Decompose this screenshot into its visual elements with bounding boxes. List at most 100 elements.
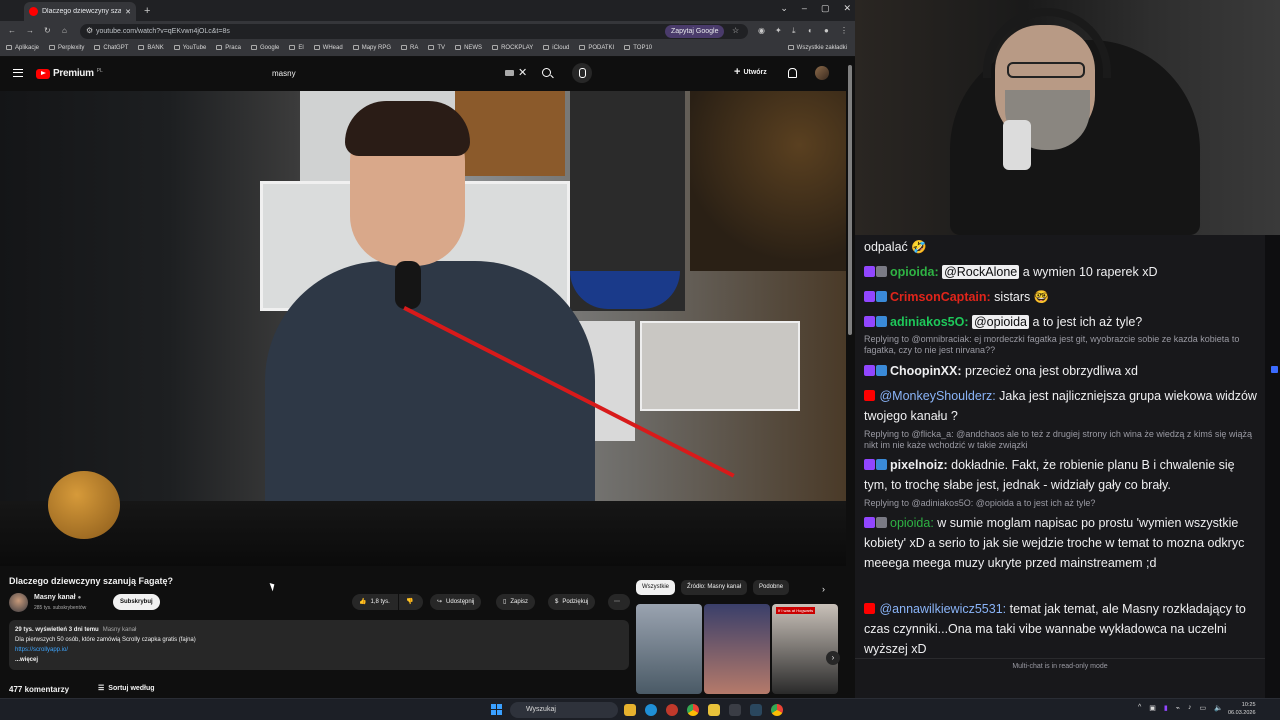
share-button[interactable]: ↪ Udostępnij xyxy=(430,594,482,610)
bookmark-item[interactable]: ROCKPLAY xyxy=(492,45,533,52)
chat-username[interactable]: pixelnoiz: xyxy=(890,458,948,472)
chat-username[interactable]: opioida: xyxy=(890,265,939,279)
app-icon[interactable] xyxy=(729,704,741,716)
bookmark-item[interactable]: YouTube xyxy=(173,45,206,52)
bookmark-item[interactable]: WHead xyxy=(313,45,343,52)
volume-icon[interactable]: ♪ xyxy=(1188,704,1192,712)
bookmark-item[interactable]: El xyxy=(289,45,304,52)
ask-google-button[interactable]: Zapytaj Google xyxy=(665,25,725,38)
maximize-icon[interactable]: ▢ xyxy=(821,3,830,14)
search-input[interactable]: masny xyxy=(262,65,562,83)
reload-icon[interactable]: ↻ xyxy=(44,26,51,35)
more-actions-button[interactable]: ⋯ xyxy=(608,594,630,610)
chevron-up-icon[interactable]: ^ xyxy=(1138,704,1141,712)
bookmark-item[interactable]: Aplikacje xyxy=(6,45,39,52)
related-thumbnail[interactable] xyxy=(636,604,702,694)
related-thumbnail[interactable] xyxy=(704,604,770,694)
extensions-puzzle-icon[interactable]: ✦ xyxy=(775,26,782,35)
voice-search-icon[interactable] xyxy=(572,63,592,83)
windows-start-icon[interactable] xyxy=(491,704,502,715)
hamburger-menu-icon[interactable] xyxy=(13,69,23,77)
minimize-icon[interactable]: – xyxy=(802,3,807,14)
page-scrollbar-thumb[interactable] xyxy=(848,65,852,335)
chevron-right-icon[interactable]: › xyxy=(826,651,840,665)
chip-all[interactable]: Wszystkie xyxy=(636,580,675,595)
bookmark-item[interactable]: TV xyxy=(428,45,445,52)
bookmark-item[interactable]: iCloud xyxy=(543,45,569,52)
profile-icon[interactable]: ◐ xyxy=(808,26,813,35)
steam-icon[interactable] xyxy=(750,704,762,716)
screen: Dlaczego dziewczyny szanują F... ✕ + ⌄ –… xyxy=(0,0,1280,720)
create-button[interactable]: + Utwórz xyxy=(734,66,767,78)
description-box[interactable]: 29 tys. wyświetleń 3 dni temu Masny kanał… xyxy=(9,620,629,670)
chat-username[interactable]: adiniakos5O: xyxy=(890,315,969,329)
new-tab-icon[interactable]: + xyxy=(144,5,150,17)
share-label: Udostępnij xyxy=(446,599,475,605)
notes-icon[interactable] xyxy=(708,704,720,716)
clear-search-icon[interactable]: ✕ xyxy=(518,66,527,79)
bookmark-item[interactable]: ChatGPT xyxy=(94,45,128,52)
sort-comments-button[interactable]: ☰ Sortuj według xyxy=(98,684,155,693)
profile-avatar-icon[interactable]: ● xyxy=(824,26,829,35)
bookmark-item[interactable]: Mapy RPG xyxy=(352,45,391,52)
close-window-icon[interactable]: ✕ xyxy=(843,3,851,14)
chevron-right-icon[interactable]: › xyxy=(822,584,825,594)
channel-avatar[interactable] xyxy=(9,593,28,612)
edge-icon[interactable] xyxy=(645,704,657,716)
video-player[interactable] xyxy=(0,91,846,566)
chrome-icon[interactable] xyxy=(771,704,783,716)
related-thumbnail[interactable]: If I was at Hogwarts xyxy=(772,604,838,694)
sound-icon[interactable]: 🔈 xyxy=(1214,704,1223,712)
bookmark-item[interactable]: RA xyxy=(401,45,418,52)
clock[interactable]: 10:25 06.03.2026 xyxy=(1228,701,1256,717)
bookmark-item[interactable]: BANK xyxy=(138,45,164,52)
close-tab-icon[interactable]: ✕ xyxy=(125,8,131,16)
channel-name[interactable]: Masny kanał ● xyxy=(34,594,81,601)
extension-icon[interactable]: ◉ xyxy=(758,26,765,35)
description-link[interactable]: https://scrollyapp.io/ xyxy=(15,645,623,655)
save-button[interactable]: ▯ Zapisz xyxy=(496,594,535,610)
bookmark-item[interactable]: PODATKI xyxy=(579,45,614,52)
like-button[interactable]: 👍 1,8 tys. xyxy=(352,594,398,610)
downloads-icon[interactable]: ⤓ xyxy=(792,26,796,36)
site-info-icon[interactable]: ⚙ xyxy=(86,26,93,35)
tray-app-icon[interactable]: ▣ xyxy=(1149,704,1156,712)
forward-icon[interactable]: → xyxy=(26,26,34,35)
bookmark-item[interactable]: Google xyxy=(250,45,279,52)
chat-username[interactable]: @MonkeyShoulderz: xyxy=(879,389,995,403)
kebab-menu-icon[interactable]: ⋮ xyxy=(840,26,848,35)
dislike-button[interactable]: 👎 xyxy=(399,594,423,610)
chip-source[interactable]: Źródło: Masny kanał xyxy=(681,580,748,595)
opera-icon[interactable] xyxy=(666,704,678,716)
show-more-link[interactable]: ...więcej xyxy=(15,655,623,665)
chrome-icon[interactable] xyxy=(687,704,699,716)
chip-similar[interactable]: Podobne xyxy=(753,580,790,595)
tab-youtube[interactable]: Dlaczego dziewczyny szanują F... ✕ xyxy=(24,2,136,21)
search-icon[interactable] xyxy=(542,68,551,77)
twitch-tray-icon[interactable]: ▮ xyxy=(1164,704,1168,712)
chat-username[interactable]: @annawilkiewicz5531: xyxy=(879,602,1006,616)
account-avatar[interactable] xyxy=(815,66,829,80)
bookmark-star-icon[interactable]: ☆ xyxy=(732,26,739,35)
all-bookmarks[interactable]: Wszystkie zakładki xyxy=(787,45,847,52)
chat-username[interactable]: opioida: xyxy=(890,516,934,530)
notifications-bell-icon[interactable] xyxy=(788,68,797,78)
chevron-down-icon[interactable]: ⌄ xyxy=(780,3,788,14)
back-icon[interactable]: ← xyxy=(8,26,16,35)
bookmark-item[interactable]: TOP10 xyxy=(624,45,652,52)
battery-icon[interactable]: ▭ xyxy=(1200,704,1207,712)
file-explorer-icon[interactable] xyxy=(624,704,636,716)
thanks-button[interactable]: $ Podziękuj xyxy=(548,594,596,610)
youtube-logo[interactable]: Premium PL xyxy=(36,68,103,79)
chat-username[interactable]: CrimsonCaptain: xyxy=(890,290,991,304)
network-icon[interactable]: ⌁ xyxy=(1176,704,1180,712)
chat-username[interactable]: ChoopinXX: xyxy=(890,364,962,378)
bookmark-item[interactable]: NEWS xyxy=(455,45,482,52)
taskbar-search[interactable]: Wyszukaj xyxy=(510,702,618,718)
home-icon[interactable]: ⌂ xyxy=(62,26,67,35)
bookmark-item[interactable]: Praca xyxy=(216,45,241,52)
keyboard-icon[interactable] xyxy=(505,70,514,76)
url-field[interactable]: youtube.com/watch?v=qEKvwn4jOLc&t=8s xyxy=(80,24,748,39)
bookmark-item[interactable]: Perplexity xyxy=(49,45,84,52)
subscribe-button[interactable]: Subskrybuj xyxy=(113,594,160,610)
